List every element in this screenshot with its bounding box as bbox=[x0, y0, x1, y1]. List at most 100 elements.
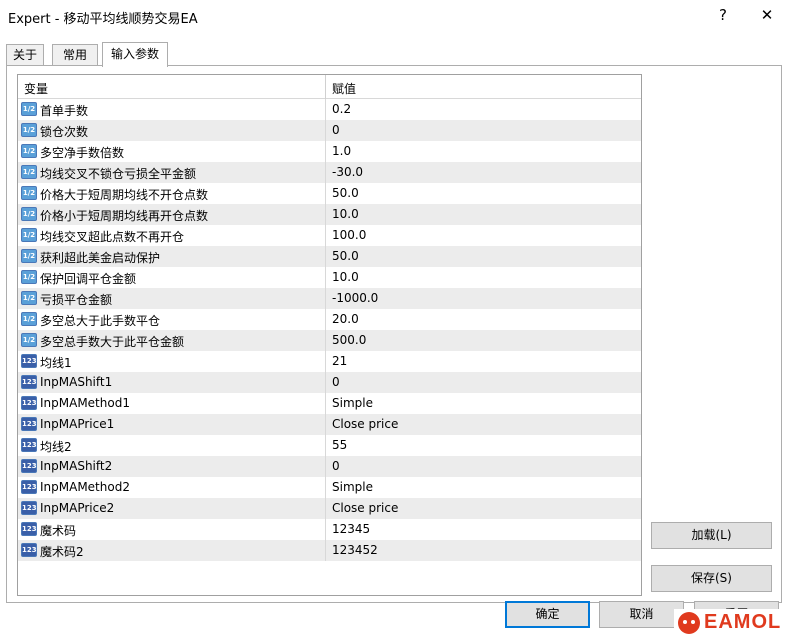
param-value[interactable]: 55 bbox=[332, 438, 347, 452]
double-param-icon: 1/2 bbox=[21, 102, 37, 116]
table-row[interactable]: 1/2 多空总大于此手数平仓 20.0 bbox=[18, 309, 641, 330]
param-value[interactable]: 50.0 bbox=[332, 186, 359, 200]
param-value[interactable]: 20.0 bbox=[332, 312, 359, 326]
double-param-icon: 1/2 bbox=[21, 249, 37, 263]
column-divider bbox=[325, 267, 326, 288]
param-name: 获利超此美金启动保护 bbox=[40, 251, 161, 265]
int-param-icon: 123 bbox=[21, 501, 37, 515]
cancel-button[interactable]: 取消 bbox=[599, 601, 684, 628]
header-variable[interactable]: 变量 bbox=[24, 80, 48, 97]
param-value[interactable]: 12345 bbox=[332, 522, 370, 536]
tab-common[interactable]: 常用 bbox=[52, 44, 98, 66]
help-icon[interactable]: ? bbox=[713, 6, 733, 26]
header-divider[interactable] bbox=[325, 75, 326, 99]
column-divider bbox=[325, 435, 326, 456]
param-value[interactable]: 10.0 bbox=[332, 207, 359, 221]
param-name: 多空净手数倍数 bbox=[40, 146, 125, 160]
param-value[interactable]: 1.0 bbox=[332, 144, 351, 158]
param-name: 魔术码 bbox=[40, 524, 77, 538]
table-row[interactable]: 1/2 多空净手数倍数 1.0 bbox=[18, 141, 641, 162]
param-value[interactable]: 0 bbox=[332, 459, 340, 473]
param-name: 魔术码2 bbox=[40, 545, 84, 559]
param-value[interactable]: 21 bbox=[332, 354, 347, 368]
param-value[interactable]: Close price bbox=[332, 417, 398, 431]
column-divider bbox=[325, 141, 326, 162]
double-param-icon: 1/2 bbox=[21, 228, 37, 242]
table-row[interactable]: 123 InpMAShift2 0 bbox=[18, 456, 641, 477]
int-param-icon: 123 bbox=[21, 375, 37, 389]
param-value[interactable]: -1000.0 bbox=[332, 291, 378, 305]
double-param-icon: 1/2 bbox=[21, 144, 37, 158]
watermark: EAMOL bbox=[674, 609, 784, 636]
param-name: 多空总大于此手数平仓 bbox=[40, 314, 161, 328]
table-row[interactable]: 1/2 价格小于短周期均线再开仓点数 10.0 bbox=[18, 204, 641, 225]
column-divider bbox=[325, 498, 326, 519]
table-row[interactable]: 123 InpMAMethod2 Simple bbox=[18, 477, 641, 498]
param-value[interactable]: 123452 bbox=[332, 543, 378, 557]
param-value[interactable]: Close price bbox=[332, 501, 398, 515]
table-row[interactable]: 123 魔术码2 123452 bbox=[18, 540, 641, 561]
column-divider bbox=[325, 351, 326, 372]
param-value[interactable]: 10.0 bbox=[332, 270, 359, 284]
column-divider bbox=[325, 162, 326, 183]
column-divider bbox=[325, 519, 326, 540]
table-row[interactable]: 123 均线1 21 bbox=[18, 351, 641, 372]
param-value[interactable]: -30.0 bbox=[332, 165, 363, 179]
close-icon[interactable]: ✕ bbox=[756, 6, 778, 26]
column-divider bbox=[325, 330, 326, 351]
param-value[interactable]: 0 bbox=[332, 123, 340, 137]
table-row[interactable]: 1/2 锁仓次数 0 bbox=[18, 120, 641, 141]
param-value[interactable]: 0.2 bbox=[332, 102, 351, 116]
double-param-icon: 1/2 bbox=[21, 333, 37, 347]
column-divider bbox=[325, 204, 326, 225]
column-divider bbox=[325, 540, 326, 561]
param-value[interactable]: 500.0 bbox=[332, 333, 366, 347]
column-divider bbox=[325, 225, 326, 246]
param-name: InpMAPrice2 bbox=[40, 501, 115, 515]
table-row[interactable]: 1/2 多空总手数大于此平仓金额 500.0 bbox=[18, 330, 641, 351]
table-row[interactable]: 123 InpMAShift1 0 bbox=[18, 372, 641, 393]
double-param-icon: 1/2 bbox=[21, 291, 37, 305]
int-param-icon: 123 bbox=[21, 459, 37, 473]
param-name: InpMAMethod2 bbox=[40, 480, 130, 494]
param-name: InpMAMethod1 bbox=[40, 396, 130, 410]
double-param-icon: 1/2 bbox=[21, 186, 37, 200]
int-param-icon: 123 bbox=[21, 417, 37, 431]
column-divider bbox=[325, 372, 326, 393]
column-divider bbox=[325, 288, 326, 309]
param-value[interactable]: 50.0 bbox=[332, 249, 359, 263]
table-row[interactable]: 1/2 均线交叉超此点数不再开仓 100.0 bbox=[18, 225, 641, 246]
table-row[interactable]: 123 InpMAPrice1 Close price bbox=[18, 414, 641, 435]
table-row[interactable]: 1/2 获利超此美金启动保护 50.0 bbox=[18, 246, 641, 267]
table-row[interactable]: 1/2 价格大于短周期均线不开仓点数 50.0 bbox=[18, 183, 641, 204]
table-row[interactable]: 123 InpMAPrice2 Close price bbox=[18, 498, 641, 519]
column-divider bbox=[325, 477, 326, 498]
tab-inputs[interactable]: 输入参数 bbox=[102, 42, 168, 67]
table-row[interactable]: 1/2 亏损平仓金额 -1000.0 bbox=[18, 288, 641, 309]
param-value[interactable]: 0 bbox=[332, 375, 340, 389]
param-name: 首单手数 bbox=[40, 104, 89, 118]
int-param-icon: 123 bbox=[21, 396, 37, 410]
param-value[interactable]: Simple bbox=[332, 480, 373, 494]
grid-rows: 1/2 首单手数 0.2 1/2 锁仓次数 0 1/2 多空净手数倍数 1.0 1/2 均线交叉不锁… bbox=[18, 99, 641, 561]
load-button[interactable]: 加载(L) bbox=[651, 522, 772, 549]
header-value[interactable]: 赋值 bbox=[332, 80, 356, 97]
table-row[interactable]: 123 魔术码 12345 bbox=[18, 519, 641, 540]
table-row[interactable]: 1/2 保护回调平仓金额 10.0 bbox=[18, 267, 641, 288]
tab-about[interactable]: 关于 bbox=[6, 44, 44, 66]
param-name: 均线1 bbox=[40, 356, 72, 370]
table-row[interactable]: 123 InpMAMethod1 Simple bbox=[18, 393, 641, 414]
column-divider bbox=[325, 393, 326, 414]
param-value[interactable]: 100.0 bbox=[332, 228, 366, 242]
int-param-icon: 123 bbox=[21, 354, 37, 368]
table-row[interactable]: 123 均线2 55 bbox=[18, 435, 641, 456]
save-button[interactable]: 保存(S) bbox=[651, 565, 772, 592]
column-divider bbox=[325, 99, 326, 120]
double-param-icon: 1/2 bbox=[21, 270, 37, 284]
table-row[interactable]: 1/2 均线交叉不锁仓亏损全平金额 -30.0 bbox=[18, 162, 641, 183]
table-row[interactable]: 1/2 首单手数 0.2 bbox=[18, 99, 641, 120]
grid-header: 变量 赋值 bbox=[18, 75, 641, 99]
ok-button[interactable]: 确定 bbox=[505, 601, 590, 628]
param-name: 多空总手数大于此平仓金额 bbox=[40, 335, 185, 349]
param-value[interactable]: Simple bbox=[332, 396, 373, 410]
